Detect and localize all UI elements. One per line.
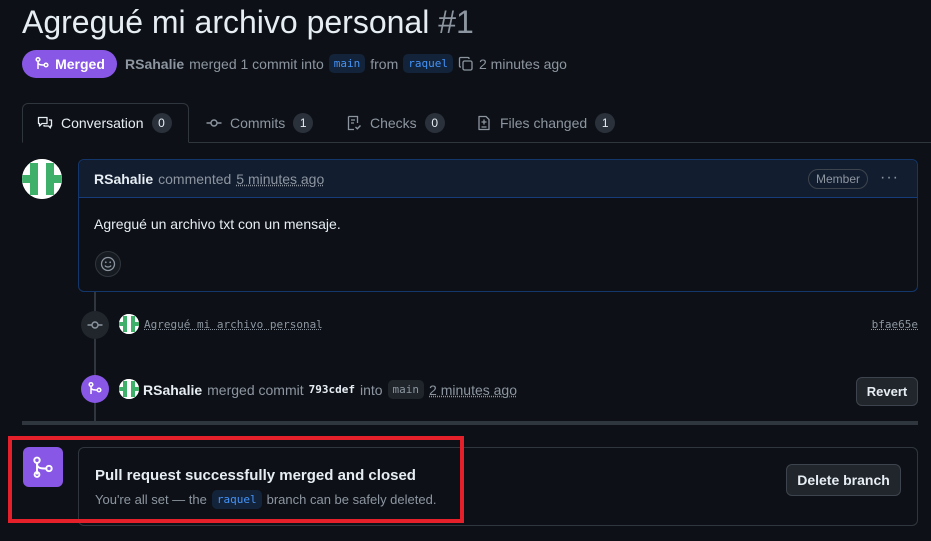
smiley-icon (100, 256, 116, 272)
tab-checks[interactable]: Checks 0 (332, 103, 459, 143)
git-commit-icon (206, 119, 222, 127)
avatar[interactable] (22, 159, 62, 199)
pr-title: Agregué mi archivo personal (22, 4, 430, 40)
tab-conversation-label: Conversation (61, 115, 144, 131)
avatar[interactable] (119, 379, 139, 399)
git-merge-icon (35, 56, 49, 69)
tab-files-changed-label: Files changed (500, 115, 588, 131)
pr-merge-text: merged 1 commit into (189, 55, 324, 72)
commit-message-link[interactable]: Agregué mi archivo personal (144, 318, 323, 331)
merge-into: into (359, 381, 383, 398)
tab-commits-count: 1 (293, 113, 314, 133)
tab-files-changed-count: 1 (595, 113, 616, 133)
timeline-end-divider (22, 421, 918, 425)
kebab-menu-icon[interactable]: ··· (880, 169, 899, 187)
tab-checks-count: 0 (424, 113, 445, 133)
tab-commits-label: Commits (230, 115, 286, 131)
page-title: Agregué mi archivo personal #1 (22, 4, 474, 41)
tab-commits[interactable]: Commits 1 (192, 103, 327, 143)
tab-files-changed[interactable]: Files changed 1 (462, 103, 629, 143)
merge-commit-link[interactable]: 793cdef (309, 383, 355, 396)
comment-body: Agregué un archivo txt con un mensaje. (94, 216, 341, 232)
comment-discussion-icon (37, 116, 53, 129)
git-merge-icon (88, 381, 102, 394)
merge-branch-label[interactable]: main (387, 380, 425, 399)
base-branch-label[interactable]: main (328, 54, 366, 73)
merge-time-link[interactable]: 2 minutes ago (429, 382, 517, 398)
avatar[interactable] (119, 314, 139, 334)
comment-author-link[interactable]: RSahalie (94, 171, 153, 187)
checklist-icon (347, 115, 362, 131)
merge-author-link[interactable]: RSahalie (143, 382, 202, 398)
comment-time-link[interactable]: 5 minutes ago (236, 171, 324, 187)
pr-meta: RSahalie merged 1 commit into main from … (125, 54, 567, 73)
tab-checks-label: Checks (370, 115, 417, 131)
head-branch-label[interactable]: raquel (403, 54, 453, 73)
highlight-annotation-box (8, 436, 464, 523)
tab-conversation[interactable]: Conversation 0 (22, 103, 189, 143)
pr-time: 2 minutes ago (479, 55, 567, 72)
copy-icon[interactable] (458, 56, 474, 72)
tab-conversation-count: 0 (151, 113, 172, 133)
comment-card: RSahalie commented 5 minutes ago Member … (78, 159, 918, 292)
merge-event-text: RSahalie merged commit 793cdef into main… (143, 380, 517, 399)
file-diff-icon (478, 115, 490, 131)
comment-header: RSahalie commented 5 minutes ago Member … (79, 160, 917, 198)
pr-author-link[interactable]: RSahalie (125, 56, 184, 72)
delete-branch-button[interactable]: Delete branch (786, 464, 901, 496)
pr-from-text: from (370, 55, 399, 72)
commit-event-badge (81, 311, 109, 339)
member-badge: Member (807, 169, 868, 189)
commit-sha-link[interactable]: bfae65e (872, 318, 918, 331)
merge-verb: merged commit (207, 381, 304, 398)
merged-status-label: Merged (55, 56, 105, 72)
git-commit-icon (87, 321, 103, 329)
merge-event-badge (81, 375, 109, 403)
merged-status-badge: Merged (22, 50, 117, 78)
comment-verb: commented (158, 170, 232, 187)
revert-button[interactable]: Revert (856, 377, 918, 406)
pr-number: #1 (438, 4, 474, 40)
add-reaction-button[interactable] (95, 251, 121, 277)
